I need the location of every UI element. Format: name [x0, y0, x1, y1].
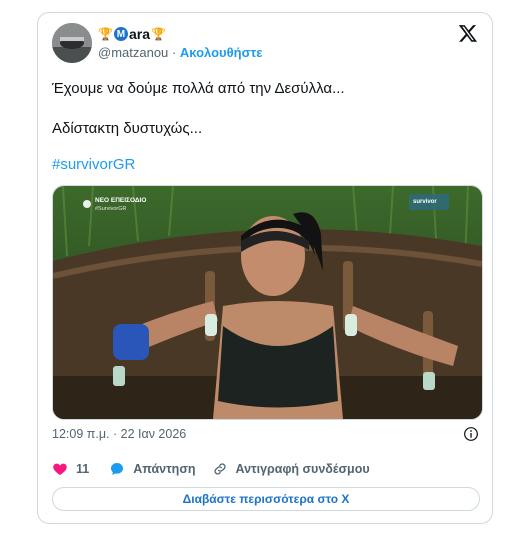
reply-label: Απάντηση	[133, 462, 196, 476]
read-more-button[interactable]: Διαβάστε περισσότερα στο X	[52, 487, 480, 511]
media-badge-tag: #SurvivorGR	[95, 206, 127, 212]
avatar[interactable]	[52, 23, 92, 63]
timestamp[interactable]: 12:09 π.μ. · 22 Ιαν 2026	[52, 427, 186, 441]
tweet-media-image[interactable]: ΝΕΟ ΕΠΕΙΣΟΔΙΟ #SurvivorGR survivor	[52, 185, 483, 420]
tweet-actions: 11 Απάντηση Αντιγραφή συνδέσμου	[52, 459, 386, 479]
media-logo: survivor	[413, 199, 437, 205]
reply-button[interactable]: Απάντηση	[109, 461, 196, 477]
reply-bubble-icon	[111, 463, 124, 475]
hashtag-link[interactable]: #survivorGR	[52, 155, 135, 175]
display-name-row[interactable]: 🏆 M ara 🏆	[98, 25, 166, 43]
trophy-icon: 🏆	[150, 27, 166, 41]
separator: ·	[171, 45, 177, 60]
copy-link-label: Αντιγραφή συνδέσμου	[235, 462, 370, 476]
link-icon	[213, 463, 226, 475]
copy-link-button[interactable]: Αντιγραφή συνδέσμου	[212, 461, 370, 477]
user-handle[interactable]: @matzanou	[98, 45, 168, 60]
handle-row: @matzanou · Ακολουθήστε	[98, 45, 262, 60]
x-logo-icon[interactable]	[458, 23, 478, 43]
like-count: 11	[76, 462, 90, 476]
tweet-card: 🏆 M ara 🏆 @matzanou · Ακολουθήστε Έχουμε…	[37, 12, 493, 524]
media-badge-new: ΝΕΟ ΕΠΕΙΣΟΔΙΟ	[95, 197, 146, 204]
tweet-text-line-2: Αδίστακτη δυστυχώς...	[52, 120, 203, 137]
trophy-icon: 🏆	[98, 27, 113, 41]
like-button[interactable]: 11	[52, 461, 89, 477]
follow-link[interactable]: Ακολουθήστε	[180, 45, 263, 60]
info-icon[interactable]	[463, 426, 479, 442]
tweet-text-line-1: Έχουμε να δούμε πολλά από την Δεσύλλα...	[52, 80, 345, 97]
display-name: ara	[128, 26, 150, 42]
m-badge-icon: M	[113, 27, 128, 41]
heart-icon	[53, 463, 67, 475]
